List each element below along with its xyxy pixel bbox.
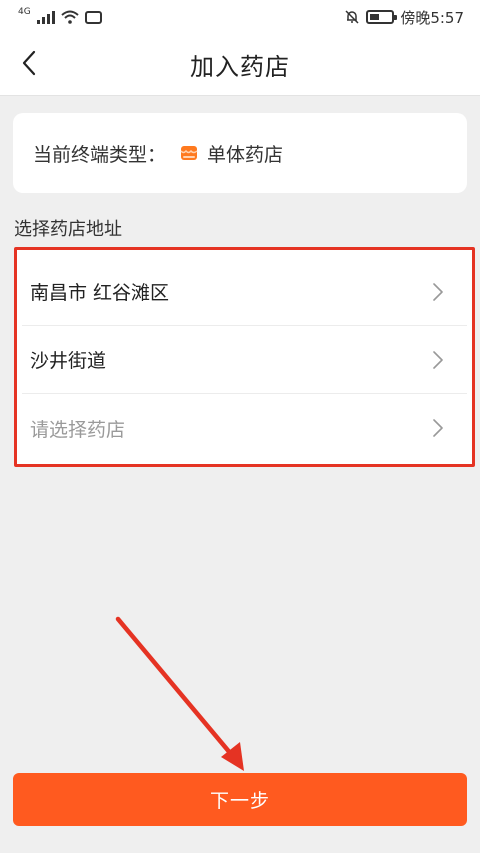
wifi-icon xyxy=(61,10,79,24)
battery-icon xyxy=(366,10,398,24)
network-label: 4G xyxy=(18,7,31,17)
address-row-city[interactable]: 南昌市 红谷滩区 xyxy=(22,258,467,326)
nav-bar: 加入药店 xyxy=(0,34,480,96)
chevron-left-icon xyxy=(21,50,37,80)
address-row-street[interactable]: 沙井街道 xyxy=(22,326,467,394)
next-button[interactable]: 下一步 xyxy=(13,773,467,826)
address-row-label: 沙井街道 xyxy=(30,350,107,372)
chevron-right-icon xyxy=(433,350,443,369)
terminal-type-label: 当前终端类型： xyxy=(33,143,167,166)
back-button[interactable] xyxy=(12,48,46,82)
page-title: 加入药店 xyxy=(190,53,290,81)
terminal-type-card: 当前终端类型： 单体药店 xyxy=(13,113,467,193)
chevron-right-icon xyxy=(433,419,443,437)
signal-icon xyxy=(36,10,55,24)
app-notification-icon xyxy=(84,10,102,24)
battery-level xyxy=(370,14,380,20)
status-time: 傍晚5:57 xyxy=(400,8,464,27)
terminal-type-value: 单体药店 xyxy=(207,143,284,166)
status-right: 傍晚5:57 xyxy=(344,7,464,28)
chevron-right-icon xyxy=(433,282,443,301)
address-row-label: 南昌市 红谷滩区 xyxy=(30,282,170,304)
address-row-pharmacy[interactable]: 请选择药店 xyxy=(22,394,467,458)
address-list-inner: 南昌市 红谷滩区 沙井街道 请选择药店 xyxy=(22,258,467,458)
status-left: 4G xyxy=(18,7,102,24)
section-label: 选择药店地址 xyxy=(14,219,122,240)
status-bar: 4G 傍晚5:57 xyxy=(0,0,480,34)
bell-off-icon xyxy=(344,9,360,25)
address-row-placeholder: 请选择药店 xyxy=(30,418,126,441)
address-list: 南昌市 红谷滩区 沙井街道 请选择药店 xyxy=(14,247,475,467)
store-icon xyxy=(180,144,198,162)
